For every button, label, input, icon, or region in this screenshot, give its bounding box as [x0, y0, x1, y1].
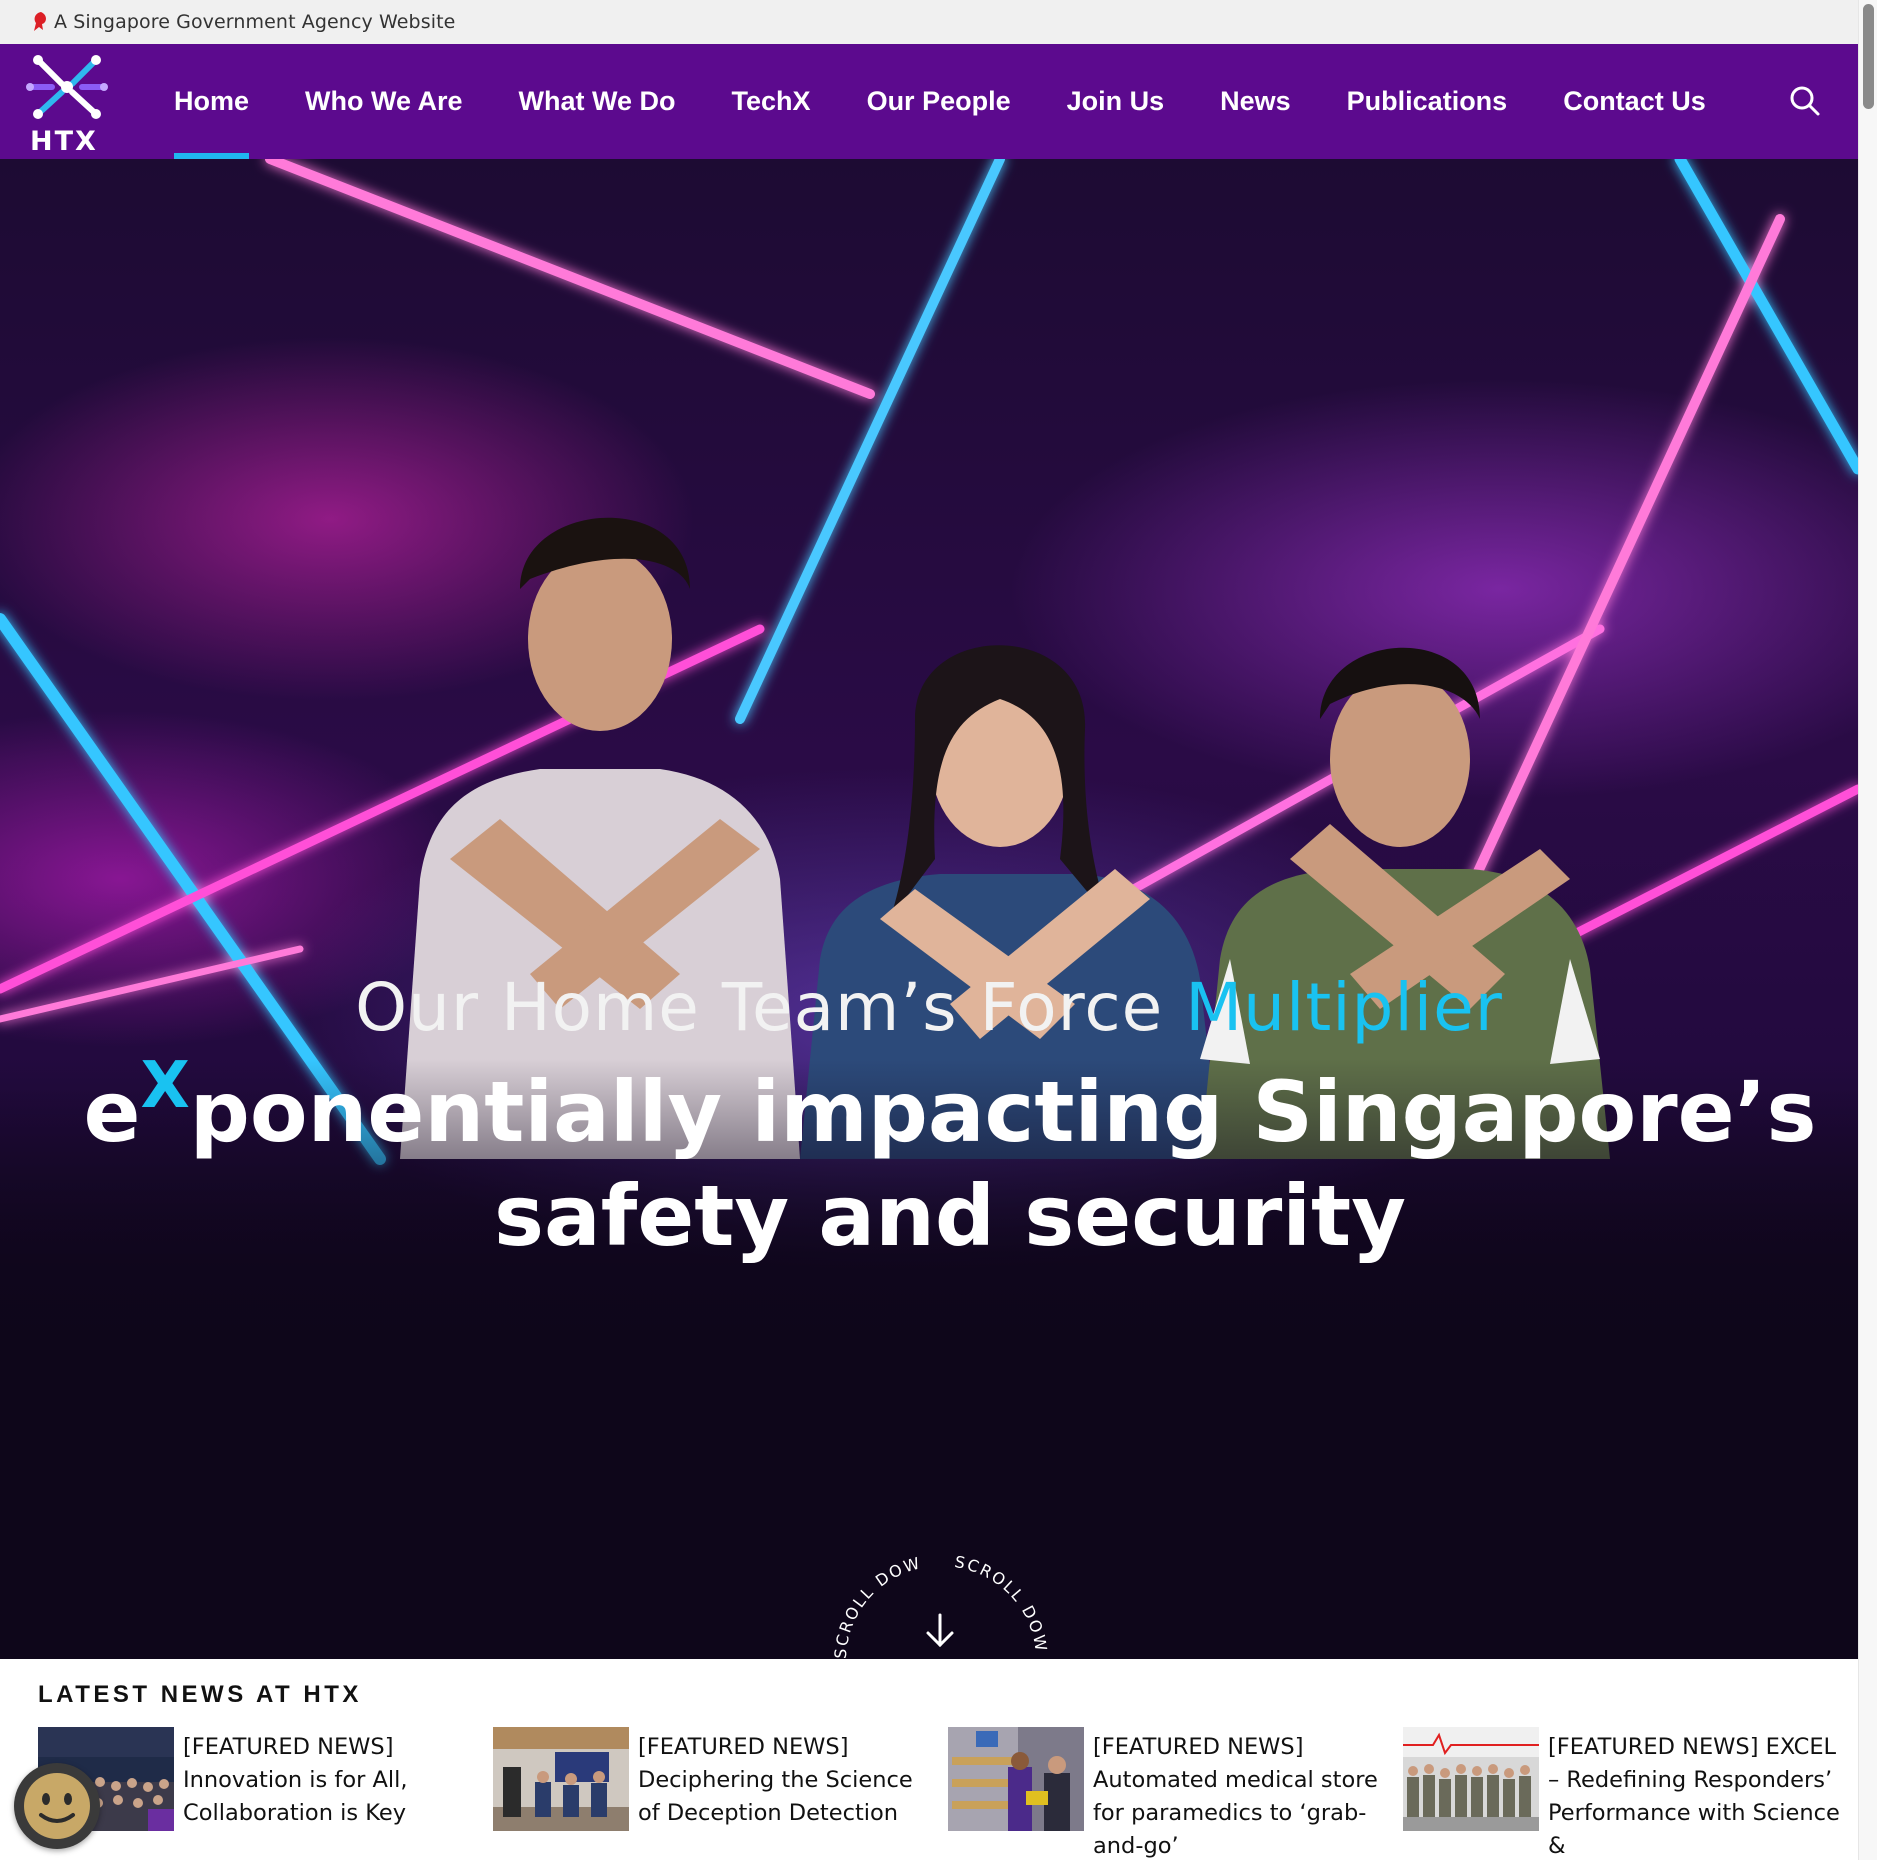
site-header: HTX Home Who We Are What We Do TechX Our…	[0, 44, 1858, 159]
scrollbar-thumb[interactable]	[1863, 4, 1874, 109]
gov-banner-text: A Singapore Government Agency Website	[54, 11, 456, 33]
svg-text:SCROLL DOWN: SCROLL DOWN	[830, 1547, 924, 1659]
hero-headline-line1: ponentially impacting Singapore’s	[189, 1063, 1817, 1161]
chat-assistant-button[interactable]	[14, 1763, 100, 1849]
page-scrollbar[interactable]	[1858, 0, 1877, 1860]
gov-banner: A Singapore Government Agency Website	[0, 0, 1858, 44]
hero-tagline-accent: Multiplier	[1185, 969, 1503, 1046]
latest-news-title: LATEST NEWS AT HTX	[38, 1681, 362, 1708]
nav-publications[interactable]: Publications	[1347, 44, 1508, 159]
news-thumbnail[interactable]	[1403, 1727, 1539, 1831]
news-item[interactable]: [FEATURED NEWS] EXCEL – Redefining Respo…	[1403, 1727, 1843, 1859]
arrow-down-icon	[926, 1613, 954, 1648]
news-item[interactable]: [FEATURED NEWS] Innovation is for All, C…	[38, 1727, 478, 1847]
nav-join-us[interactable]: Join Us	[1067, 44, 1165, 159]
hero-headline-e: e	[83, 1063, 141, 1161]
nav-contact-us[interactable]: Contact Us	[1563, 44, 1706, 159]
htx-logo-text: HTX	[30, 126, 98, 157]
news-thumbnail[interactable]	[493, 1727, 629, 1831]
hero-headline-line2: safety and security	[494, 1167, 1406, 1265]
nav-our-people[interactable]: Our People	[867, 44, 1011, 159]
news-item-text[interactable]: [FEATURED NEWS] Automated medical store …	[1093, 1731, 1393, 1860]
hero-tagline: Our Home Team’s Force Multiplier	[0, 969, 1858, 1046]
hero-tagline-main: Our Home Team’s Force	[355, 969, 1186, 1046]
latest-news-section: LATEST NEWS AT HTX [FEATURED NEWS] Innov…	[0, 1659, 1858, 1860]
hero-headline-x: X	[140, 1049, 190, 1123]
scroll-down-button[interactable]: SCROLL DOWN SCROLL DOWN	[830, 1547, 1050, 1659]
news-item-text[interactable]: [FEATURED NEWS] EXCEL – Redefining Respo…	[1548, 1731, 1848, 1860]
nav-who-we-are[interactable]: Who We Are	[305, 44, 463, 159]
news-item[interactable]: [FEATURED NEWS] Deciphering the Science …	[493, 1727, 933, 1847]
hero-headline: eXponentially impacting Singapore’s safe…	[60, 1049, 1840, 1265]
scroll-down-text-left: SCROLL DOWN	[830, 1547, 922, 1659]
nav-news[interactable]: News	[1220, 44, 1291, 159]
singapore-lion-icon	[34, 12, 46, 31]
smiley-face-icon	[24, 1773, 90, 1839]
nav-home[interactable]: Home	[174, 44, 250, 159]
news-item-text[interactable]: [FEATURED NEWS] Innovation is for All, C…	[183, 1731, 483, 1830]
hero-banner: Our Home Team’s Force Multiplier eXponen…	[0, 159, 1858, 1659]
news-item-text[interactable]: [FEATURED NEWS] Deciphering the Science …	[638, 1731, 938, 1830]
htx-logo-icon	[26, 55, 108, 119]
nav-techx[interactable]: TechX	[732, 44, 811, 159]
news-item[interactable]: [FEATURED NEWS] Automated medical store …	[948, 1727, 1388, 1859]
main-nav: Home Who We Are What We Do TechX Our Peo…	[146, 44, 1734, 159]
search-icon[interactable]	[1788, 84, 1822, 118]
nav-what-we-do[interactable]: What We Do	[519, 44, 676, 159]
news-thumbnail[interactable]	[948, 1727, 1084, 1831]
